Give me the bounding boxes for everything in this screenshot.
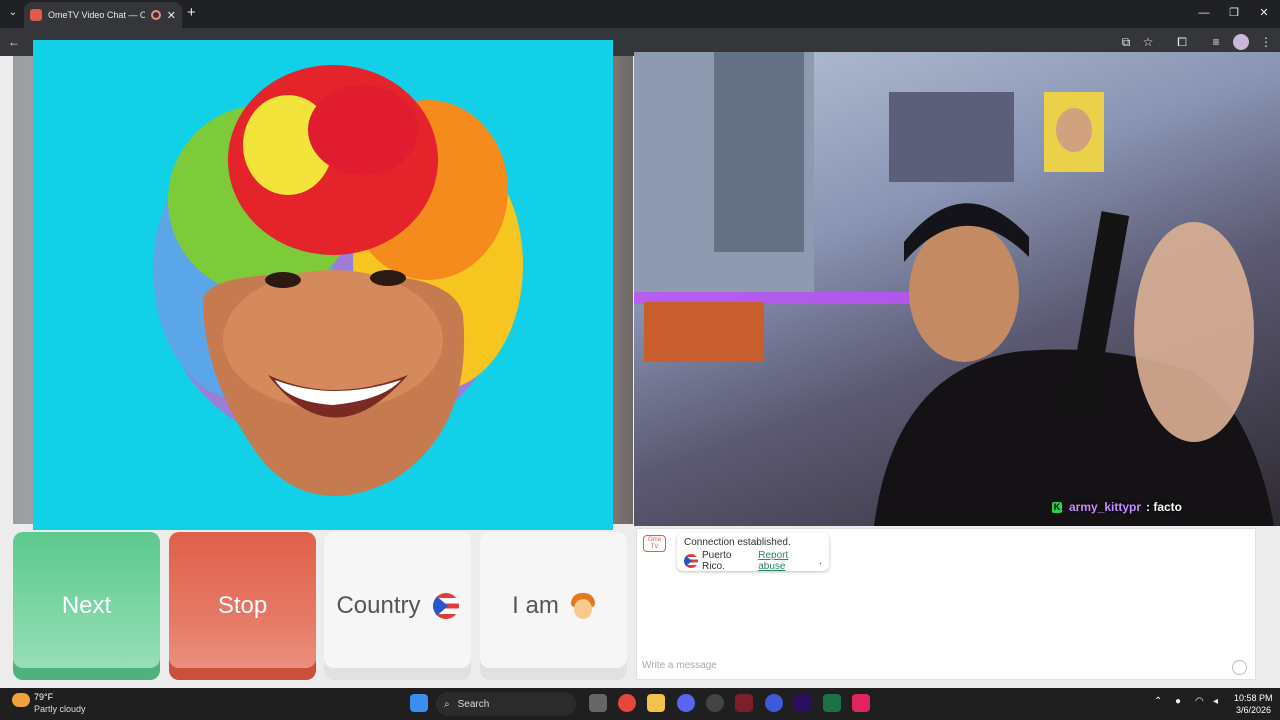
file-explorer-icon[interactable] (647, 694, 665, 712)
cast-icon[interactable]: ⧉ (1118, 34, 1134, 50)
puerto-rico-flag-icon (684, 554, 698, 568)
connection-status-text: Connection established. (684, 537, 791, 548)
close-window-button[interactable]: ✕ (1254, 5, 1274, 21)
excel-icon[interactable] (823, 694, 841, 712)
premiere-pro-icon[interactable] (794, 694, 812, 712)
extensions-icon[interactable]: ⧠ (1174, 34, 1190, 50)
wifi-icon[interactable]: ◠ (1195, 696, 1204, 707)
microphone-icon[interactable]: ● (1175, 696, 1181, 707)
back-arrow-icon[interactable]: ← (6, 34, 22, 50)
discord-icon[interactable] (677, 694, 695, 712)
vpn-icon[interactable] (765, 694, 783, 712)
country-button[interactable]: Country (324, 532, 471, 680)
remote-streamer-image (634, 52, 1274, 526)
valorant-icon[interactable] (735, 694, 753, 712)
next-button-label: Next (61, 592, 112, 619)
weather-temperature[interactable]: 79°F (34, 692, 53, 702)
new-tab-button[interactable]: + (187, 5, 196, 21)
streamer-badge-icon: K (1052, 502, 1062, 513)
clock-time[interactable]: 10:58 PM (1234, 693, 1273, 703)
report-abuse-link[interactable]: Report abuse (758, 550, 815, 572)
clock-date[interactable]: 3/6/2026 (1236, 705, 1271, 715)
tiktok-icon[interactable] (852, 694, 870, 712)
weather-description[interactable]: Partly cloudy (34, 704, 86, 714)
windows-start-icon[interactable] (410, 694, 428, 712)
minimize-button[interactable]: — (1194, 5, 1214, 21)
next-button[interactable]: Next (13, 532, 160, 680)
browser-tab-ometv[interactable]: OmeTV Video Chat — Ome ✕ (24, 2, 182, 28)
gender-select-button[interactable]: I am (480, 532, 627, 680)
profile-avatar[interactable] (1233, 34, 1249, 50)
menu-dots-icon[interactable]: ⋮ (1258, 34, 1274, 50)
taskbar-search[interactable]: ⌕ Search (436, 692, 576, 716)
gender-button-label: I am (512, 592, 559, 619)
emoji-picker-icon[interactable] (1232, 660, 1247, 675)
windows-taskbar (0, 688, 1280, 720)
obs-icon[interactable] (706, 694, 724, 712)
puerto-rico-flag-icon (432, 593, 459, 619)
volume-icon[interactable]: ◂ (1213, 696, 1218, 707)
task-view-icon[interactable] (589, 694, 607, 712)
tab-title: OmeTV Video Chat — Ome (48, 10, 145, 20)
taskbar-search-label: Search (457, 698, 490, 710)
ometv-favicon-icon (30, 9, 42, 21)
partner-country-text: Puerto Rico. (702, 550, 732, 572)
local-camera-video (33, 40, 613, 530)
maximize-button[interactable]: ❐ (1224, 5, 1244, 21)
boy-emoji-icon (570, 593, 595, 619)
country-button-label: Country (336, 592, 421, 619)
reading-list-icon[interactable]: ≡ (1208, 34, 1224, 50)
stream-chat-message: : facto (1146, 500, 1182, 514)
weather-partly-cloudy-icon[interactable] (12, 693, 30, 707)
system-message: Connection established. Puerto Rico. Rep… (677, 533, 829, 572)
tab-search-chevron-icon[interactable]: ⌄ (6, 6, 20, 20)
remote-camera-video (634, 52, 1280, 526)
ometv-logo: Ome TV (643, 535, 666, 552)
bookmark-star-icon[interactable]: ☆ (1140, 34, 1156, 50)
report-suffix: . (819, 555, 822, 567)
stop-button-label: Stop (217, 592, 268, 619)
stop-button[interactable]: Stop (169, 532, 316, 680)
tab-close-icon[interactable]: ✕ (167, 9, 176, 22)
search-icon: ⌕ (444, 698, 450, 710)
chrome-icon[interactable] (618, 694, 636, 712)
clown-wig-face-image (153, 65, 523, 496)
message-input[interactable]: Write a message (642, 660, 1222, 671)
recording-indicator-icon (150, 10, 161, 20)
tray-overflow-chevron-icon[interactable]: ⌃ (1154, 696, 1162, 707)
